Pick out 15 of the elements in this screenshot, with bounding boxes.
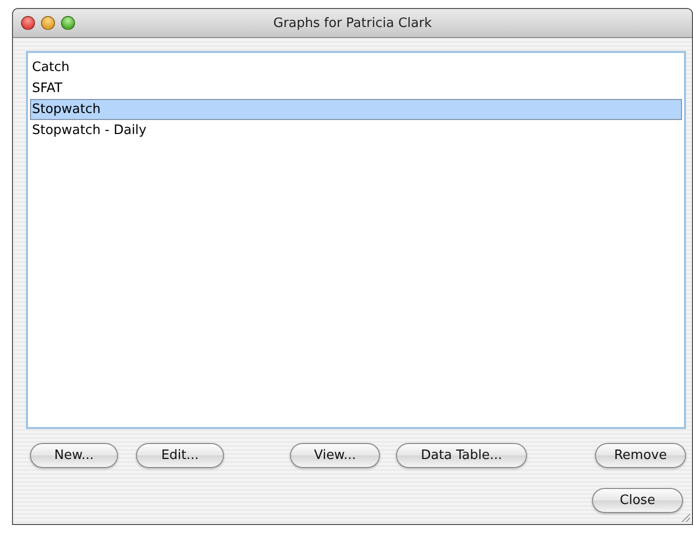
resize-grip-icon[interactable]: [681, 513, 690, 522]
list-item[interactable]: SFAT: [30, 78, 682, 99]
dialog-button[interactable]: View...: [290, 443, 380, 468]
list-item[interactable]: Stopwatch - Daily: [30, 120, 682, 141]
zoom-button[interactable]: [61, 16, 75, 30]
close-button[interactable]: [21, 16, 35, 30]
minimize-button[interactable]: [41, 16, 55, 30]
list-item[interactable]: Catch: [30, 57, 682, 78]
dialog-button[interactable]: New...: [30, 443, 118, 468]
dialog-button[interactable]: Data Table...: [396, 443, 527, 468]
dialog-button[interactable]: Close: [592, 488, 683, 513]
dialog-button[interactable]: Edit...: [136, 443, 224, 468]
dialog-button[interactable]: Remove: [595, 443, 686, 468]
list-item[interactable]: Stopwatch: [30, 99, 682, 120]
window-title: Graphs for Patricia Clark: [273, 16, 432, 30]
